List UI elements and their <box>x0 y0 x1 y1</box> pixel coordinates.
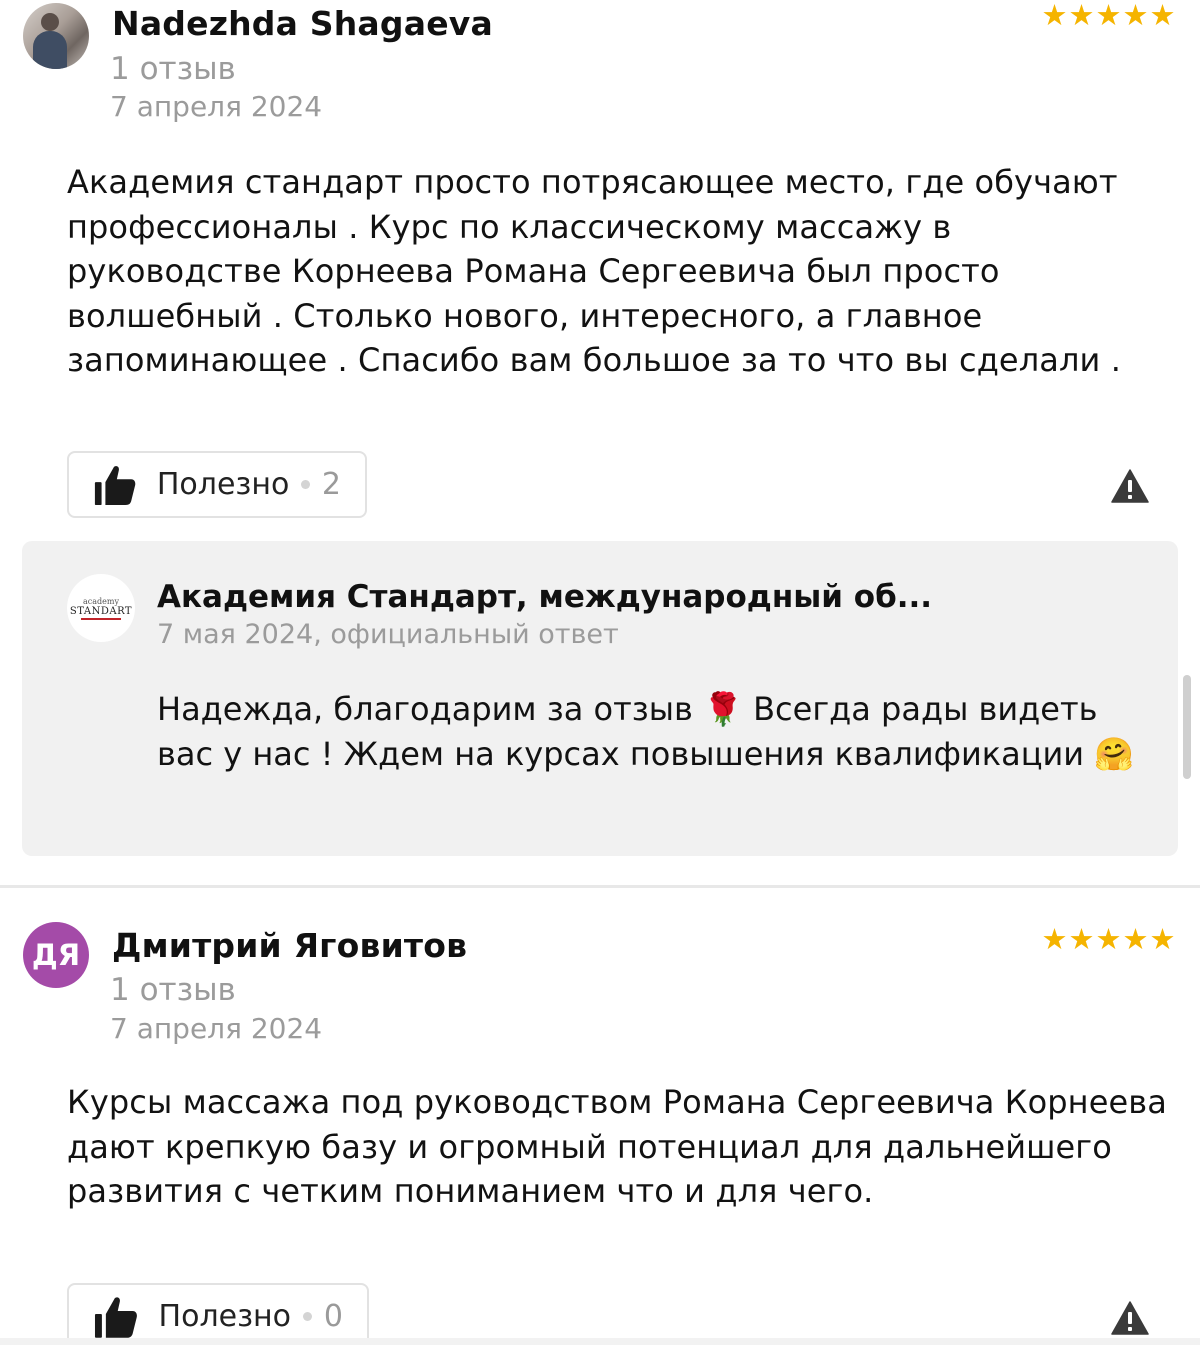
thumbs-up-icon <box>94 465 136 505</box>
review-text: Академия стандарт просто потрясающее мес… <box>67 163 1121 379</box>
useful-label: Полезно <box>158 1299 291 1334</box>
rating-stars: ★ ★ ★ ★ ★ <box>1041 922 1176 956</box>
star-icon: ★ <box>1041 922 1068 956</box>
reply-organization-name[interactable]: Академия Стандарт, международный об... <box>157 579 932 615</box>
star-icon: ★ <box>1095 922 1122 956</box>
separator-dot <box>303 1312 312 1321</box>
star-icon: ★ <box>1149 922 1176 956</box>
useful-button[interactable]: Полезно 0 <box>67 1283 369 1345</box>
bottom-edge <box>0 1338 1200 1345</box>
star-icon: ★ <box>1068 922 1095 956</box>
review-text: Курсы массажа под руководством Романа Се… <box>67 1083 1167 1210</box>
warning-triangle-icon[interactable] <box>1111 1301 1149 1335</box>
author-review-count: 1 отзыв <box>110 51 236 87</box>
rating-stars: ★ ★ ★ ★ ★ <box>1041 0 1176 32</box>
separator-dot <box>301 480 310 489</box>
useful-count: 2 <box>321 467 341 502</box>
author-name[interactable]: Nadezhda Shagaeva <box>112 4 493 43</box>
review-divider <box>0 885 1200 888</box>
organization-logo[interactable]: academy STANDART <box>67 574 135 642</box>
author-avatar[interactable] <box>23 3 89 69</box>
useful-button[interactable]: Полезно 2 <box>67 451 367 518</box>
review-date: 7 апреля 2024 <box>110 90 323 123</box>
reviews-page: Nadezhda Shagaeva 1 отзыв 7 апреля 2024 … <box>0 0 1200 1345</box>
review-date: 7 апреля 2024 <box>110 1012 323 1045</box>
useful-label: Полезно <box>156 467 290 502</box>
warning-triangle-icon[interactable] <box>1111 469 1149 503</box>
star-icon: ★ <box>1041 0 1068 32</box>
logo-text-top: academy <box>83 596 119 606</box>
star-icon: ★ <box>1122 0 1149 32</box>
official-reply: academy STANDART Академия Стандарт, межд… <box>22 541 1178 856</box>
reply-meta: 7 мая 2024, официальный ответ <box>157 619 619 650</box>
star-icon: ★ <box>1068 0 1095 32</box>
reply-text: Надежда, благодарим за отзыв 🌹 Всегда ра… <box>157 690 1135 773</box>
author-name[interactable]: Дмитрий Яговитов <box>112 926 467 965</box>
author-review-count: 1 отзыв <box>110 972 236 1008</box>
star-icon: ★ <box>1149 0 1176 32</box>
logo-text-main: STANDART <box>69 605 133 617</box>
star-icon: ★ <box>1095 0 1122 32</box>
star-icon: ★ <box>1122 922 1149 956</box>
logo-underline <box>81 617 121 620</box>
author-avatar[interactable]: ДЯ <box>23 922 89 988</box>
thumbs-up-icon <box>94 1296 137 1338</box>
useful-count: 0 <box>323 1299 343 1334</box>
scrollbar-thumb[interactable] <box>1183 675 1191 779</box>
